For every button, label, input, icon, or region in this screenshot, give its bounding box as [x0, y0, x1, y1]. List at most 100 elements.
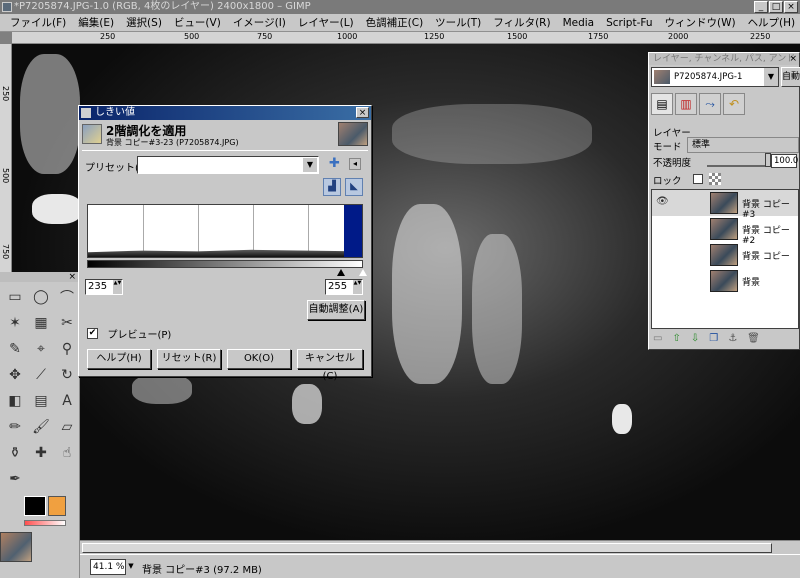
raise-layer-icon[interactable]: ⇧ [672, 333, 680, 344]
low-threshold-handle-icon[interactable] [337, 269, 346, 276]
tab-undo-icon[interactable]: ↶ [723, 93, 745, 115]
add-preset-icon[interactable]: ✚ [329, 157, 340, 171]
auto-toggle-button[interactable]: 自動 [781, 67, 800, 87]
smudge-tool-icon[interactable]: ☝ [54, 440, 80, 466]
lower-layer-icon[interactable]: ⇩ [691, 333, 699, 344]
dock-titlebar[interactable]: レイヤー, チャンネル, パス, アンドゥ × [649, 53, 799, 76]
gradient-preview[interactable] [24, 520, 66, 526]
bucket-fill-tool-icon[interactable]: ◧ [2, 388, 28, 414]
auto-button[interactable]: 自動調整(A) [307, 300, 365, 320]
layer-mode-combo[interactable]: 標準 [687, 137, 799, 153]
layer-row[interactable]: 背景 コピー [652, 242, 798, 268]
menu-windows[interactable]: ウィンドウ(W) [658, 15, 741, 30]
log-histogram-icon[interactable]: ◣ [345, 178, 363, 196]
layer-row[interactable]: 背景 コピー#2 [652, 216, 798, 246]
anchor-layer-icon[interactable]: ⚓ [728, 333, 737, 344]
ink-tool-icon[interactable]: ✒ [2, 466, 28, 492]
eye-toggle[interactable] [656, 248, 670, 262]
color-picker-tool-icon[interactable]: ⌖ [28, 336, 54, 362]
duplicate-layer-icon[interactable]: ❐ [709, 333, 718, 344]
pencil-tool-icon[interactable]: ✏ [2, 414, 28, 440]
low-spin-arrows-icon[interactable]: ▲▼ [113, 280, 122, 294]
high-threshold-handle-icon[interactable] [359, 269, 367, 276]
preset-combo[interactable]: ▼ [137, 156, 319, 174]
opacity-input[interactable]: 100.0 [771, 154, 798, 168]
crop-tool-icon[interactable]: ⟋ [28, 362, 54, 388]
foreground-color-swatch[interactable] [24, 496, 46, 516]
layer-name[interactable]: 背景 コピー [742, 249, 790, 262]
layer-row[interactable]: 背景 [652, 268, 798, 294]
zoom-input[interactable]: 41.1 % [90, 559, 126, 575]
tab-channels-icon[interactable]: ▥ [675, 93, 697, 115]
delete-layer-icon[interactable]: 🗑 [747, 333, 760, 344]
rect-select-tool-icon[interactable]: ▭ [2, 284, 28, 310]
preview-checkbox[interactable]: ✔ プレビュー(P) [87, 326, 171, 341]
tab-paths-icon[interactable]: ⤳ [699, 93, 721, 115]
minimize-button[interactable]: _ [754, 1, 768, 13]
image-thumbnail[interactable] [0, 532, 32, 562]
paths-tool-icon[interactable]: ✎ [2, 336, 28, 362]
menu-tools[interactable]: ツール(T) [429, 15, 487, 30]
zoom-tool-icon[interactable]: ⚲ [54, 336, 80, 362]
menu-help[interactable]: ヘルプ(H) [742, 15, 800, 30]
cancel-button[interactable]: キャンセル(C) [297, 349, 363, 382]
ellipse-select-tool-icon[interactable]: ◯ [28, 284, 54, 310]
text-tool-icon[interactable]: A [54, 388, 80, 414]
high-spin-arrows-icon[interactable]: ▲▼ [353, 280, 362, 294]
preset-menu-icon[interactable]: ◂ [349, 158, 361, 170]
layer-row[interactable]: 👁 背景 コピー#3 [652, 190, 798, 220]
menu-filters[interactable]: フィルタ(R) [487, 15, 556, 30]
menu-layer[interactable]: レイヤー(L) [292, 15, 360, 30]
menu-script-fu[interactable]: Script-Fu [600, 17, 658, 29]
new-layer-icon[interactable]: ▭ [653, 333, 662, 344]
opacity-slider[interactable] [707, 157, 765, 167]
eye-toggle[interactable] [656, 222, 670, 236]
image-selector[interactable]: P7205874.JPG-1 ▼ [651, 67, 779, 87]
clone-tool-icon[interactable]: ⚱ [2, 440, 28, 466]
zoom-dropdown-icon[interactable]: ▼ [126, 559, 136, 575]
chevron-down-icon[interactable]: ▼ [764, 68, 778, 86]
maximize-button[interactable]: □ [769, 1, 783, 13]
help-button[interactable]: ヘルプ(H) [87, 349, 151, 369]
rotate-tool-icon[interactable]: ↻ [54, 362, 80, 388]
free-select-tool-icon[interactable]: ⌒ [54, 284, 80, 310]
move-tool-icon[interactable]: ✥ [2, 362, 28, 388]
menu-view[interactable]: ビュー(V) [168, 15, 227, 30]
background-color-swatch[interactable] [48, 496, 66, 516]
low-threshold-input[interactable]: 235 ▲▼ [85, 279, 123, 295]
menu-edit[interactable]: 編集(E) [72, 15, 120, 30]
eye-toggle[interactable] [656, 274, 670, 288]
vertical-ruler[interactable]: 250 500 750 [0, 44, 12, 274]
menu-colors[interactable]: 色調補正(C) [360, 15, 430, 30]
preview-check-icon[interactable]: ✔ [87, 328, 98, 339]
dialog-close-icon[interactable]: × [356, 107, 369, 118]
eye-icon[interactable]: 👁 [656, 196, 670, 210]
color-select-tool-icon[interactable]: ▦ [28, 310, 54, 336]
menu-media[interactable]: Media [557, 17, 601, 29]
histogram-view[interactable] [87, 204, 363, 258]
paintbrush-tool-icon[interactable]: 🖌 [28, 414, 54, 440]
eraser-tool-icon[interactable]: ▱ [54, 414, 80, 440]
toolbox-close-icon[interactable]: × [68, 272, 76, 282]
layer-list[interactable]: 👁 背景 コピー#3 背景 コピー#2 背景 コピー 背景 [651, 189, 799, 329]
horizontal-scrollbar[interactable] [80, 540, 800, 554]
chevron-down-icon[interactable]: ▼ [303, 158, 317, 172]
gradient-tool-icon[interactable]: ▤ [28, 388, 54, 414]
ok-button[interactable]: OK(O) [227, 349, 291, 369]
layer-name[interactable]: 背景 [742, 275, 760, 288]
fuzzy-select-tool-icon[interactable]: ✶ [2, 310, 28, 336]
heal-tool-icon[interactable]: ✚ [28, 440, 54, 466]
menu-image[interactable]: イメージ(I) [227, 15, 292, 30]
linear-histogram-icon[interactable]: ▟ [323, 178, 341, 196]
dock-close-icon[interactable]: × [789, 53, 797, 65]
high-threshold-input[interactable]: 255 ▲▼ [325, 279, 363, 295]
scissors-tool-icon[interactable]: ✂ [54, 310, 80, 336]
scrollbar-thumb[interactable] [82, 543, 772, 553]
threshold-dialog-titlebar[interactable]: しきい値 × [79, 106, 371, 120]
close-button[interactable]: × [784, 1, 798, 13]
tab-layers-icon[interactable]: ▤ [651, 93, 673, 115]
lock-alpha-icon[interactable] [709, 173, 721, 185]
horizontal-ruler[interactable]: 250 500 750 1000 1250 1500 1750 2000 225… [12, 32, 800, 44]
menu-select[interactable]: 選択(S) [120, 15, 168, 30]
lock-pixels-checkbox[interactable] [693, 174, 703, 184]
